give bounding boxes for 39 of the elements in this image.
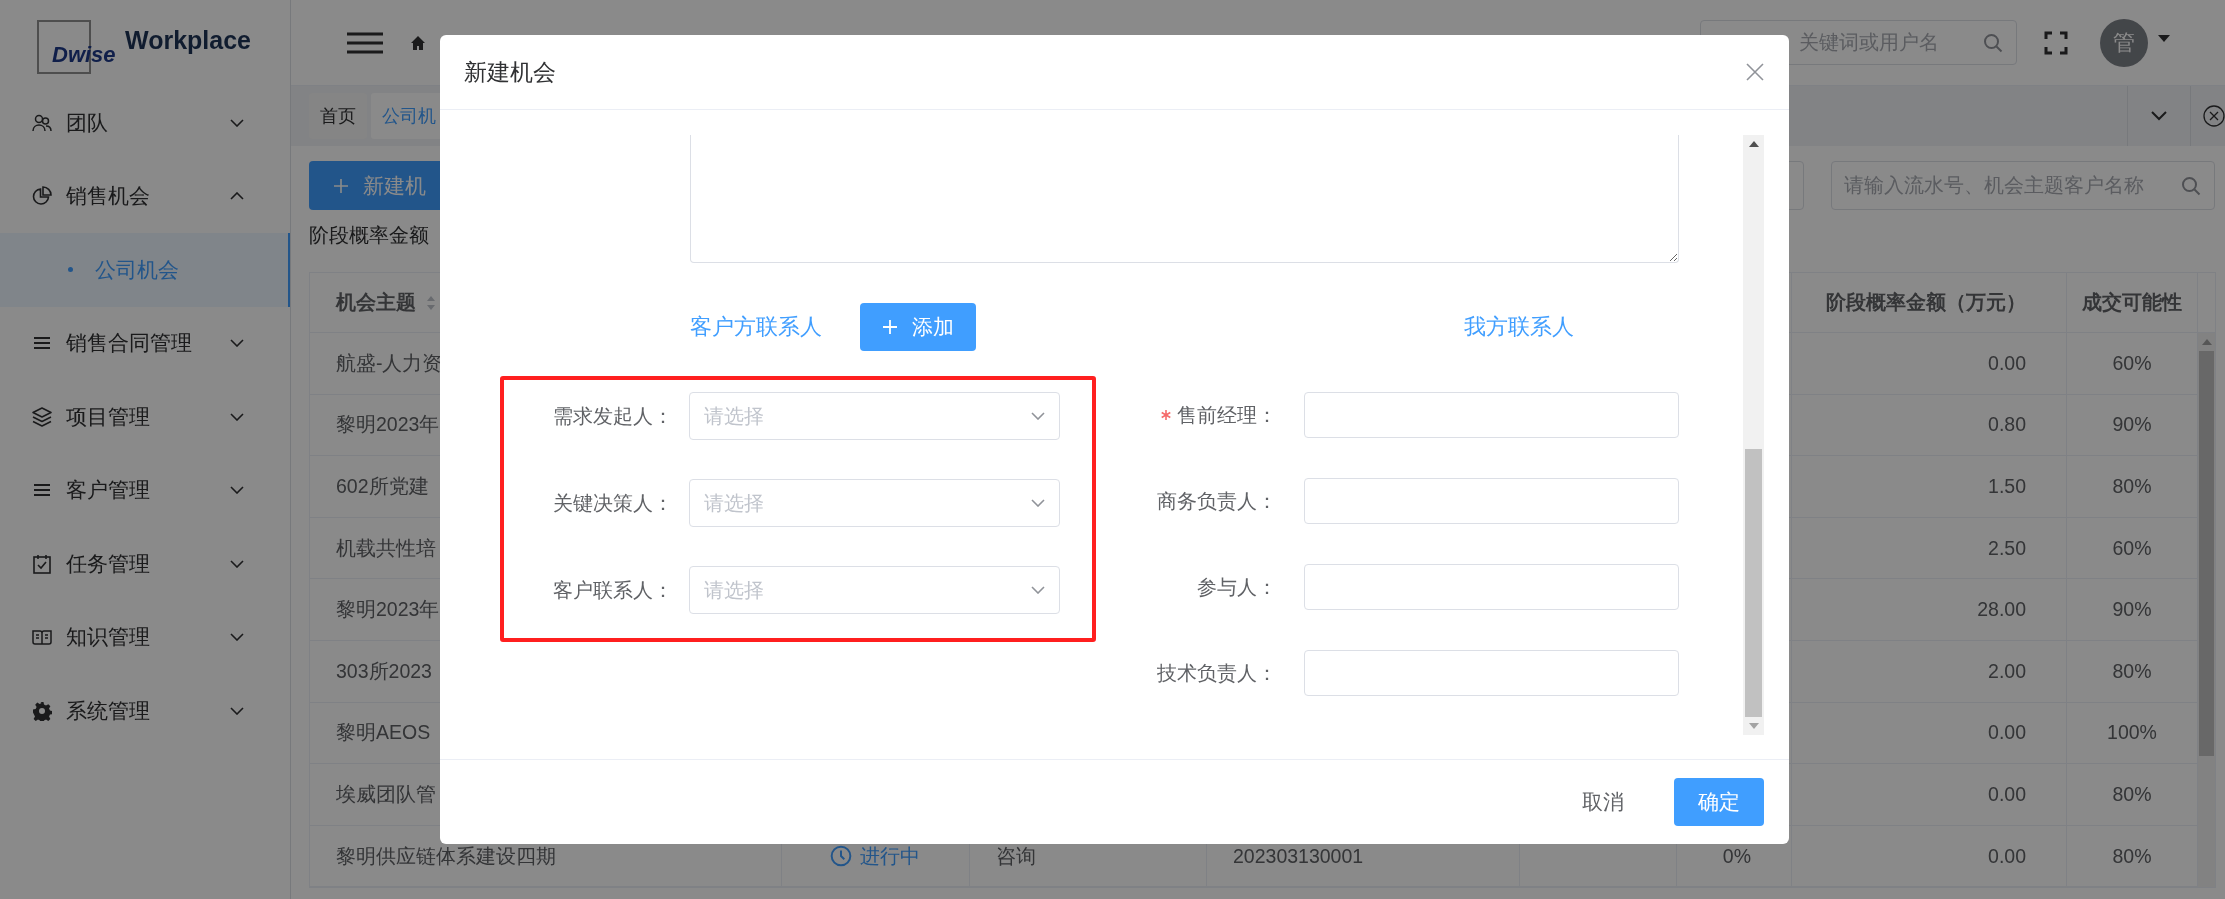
table-cell: 28.00	[1792, 579, 2067, 641]
field-label: 关键决策人：	[551, 490, 673, 516]
field-label: 技术负责人：	[1157, 660, 1277, 686]
table-cell: 0.00	[1792, 825, 2067, 888]
column-header[interactable]: 阶段概率金额（万元）	[1792, 273, 2067, 333]
app-name: Workplace	[125, 25, 251, 55]
field-label: 售前经理：	[1177, 402, 1277, 428]
nav-item[interactable]: 销售机会	[0, 159, 290, 233]
field-label: 需求发起人：	[551, 403, 673, 429]
table-cell-text: 咨询	[996, 843, 1036, 869]
nav-item[interactable]: 团队	[0, 86, 290, 160]
confirm-button[interactable]: 确定	[1674, 778, 1764, 826]
table-cell: 202303130001	[1233, 844, 1364, 868]
table-cell: 2.50	[1792, 517, 2067, 580]
table-cell: 2.00	[1792, 640, 2067, 703]
status-text: 进行中	[860, 843, 920, 869]
column-header[interactable]: 成交可能性	[2067, 273, 2198, 333]
nav-item[interactable]: 项目管理	[0, 380, 290, 454]
table-cell: 0.80	[1792, 394, 2067, 457]
dialog-title: 新建机会	[464, 57, 557, 87]
cancel-button[interactable]: 取消	[1556, 778, 1650, 826]
field-label: 参与人：	[1197, 574, 1277, 600]
nav-item[interactable]: 任务管理	[0, 527, 290, 601]
user-avatar[interactable]: 管	[2100, 18, 2148, 67]
section-title: 我方联系人	[1464, 314, 1574, 339]
table-cell: 0%	[1722, 844, 1751, 868]
field-label: 商务负责人：	[1157, 488, 1277, 514]
nav-item[interactable]: 知识管理	[0, 600, 290, 674]
field-label: 客户联系人：	[551, 577, 673, 603]
table-cell: 0.00	[1792, 764, 2067, 826]
nav-item[interactable]: 系统管理	[0, 674, 290, 748]
table-cell: 0.00	[1792, 333, 2067, 395]
summary-text: 阶段概率金额	[309, 223, 430, 248]
table-cell: 1.50	[1792, 456, 2067, 518]
table-cell: 0.00	[1792, 702, 2067, 765]
nav-item[interactable]: 客户管理	[0, 453, 290, 527]
add-button[interactable]: 添加	[860, 303, 976, 351]
nav-item[interactable]: 销售合同管理	[0, 306, 290, 380]
logo-mark: Dwise	[52, 42, 116, 68]
